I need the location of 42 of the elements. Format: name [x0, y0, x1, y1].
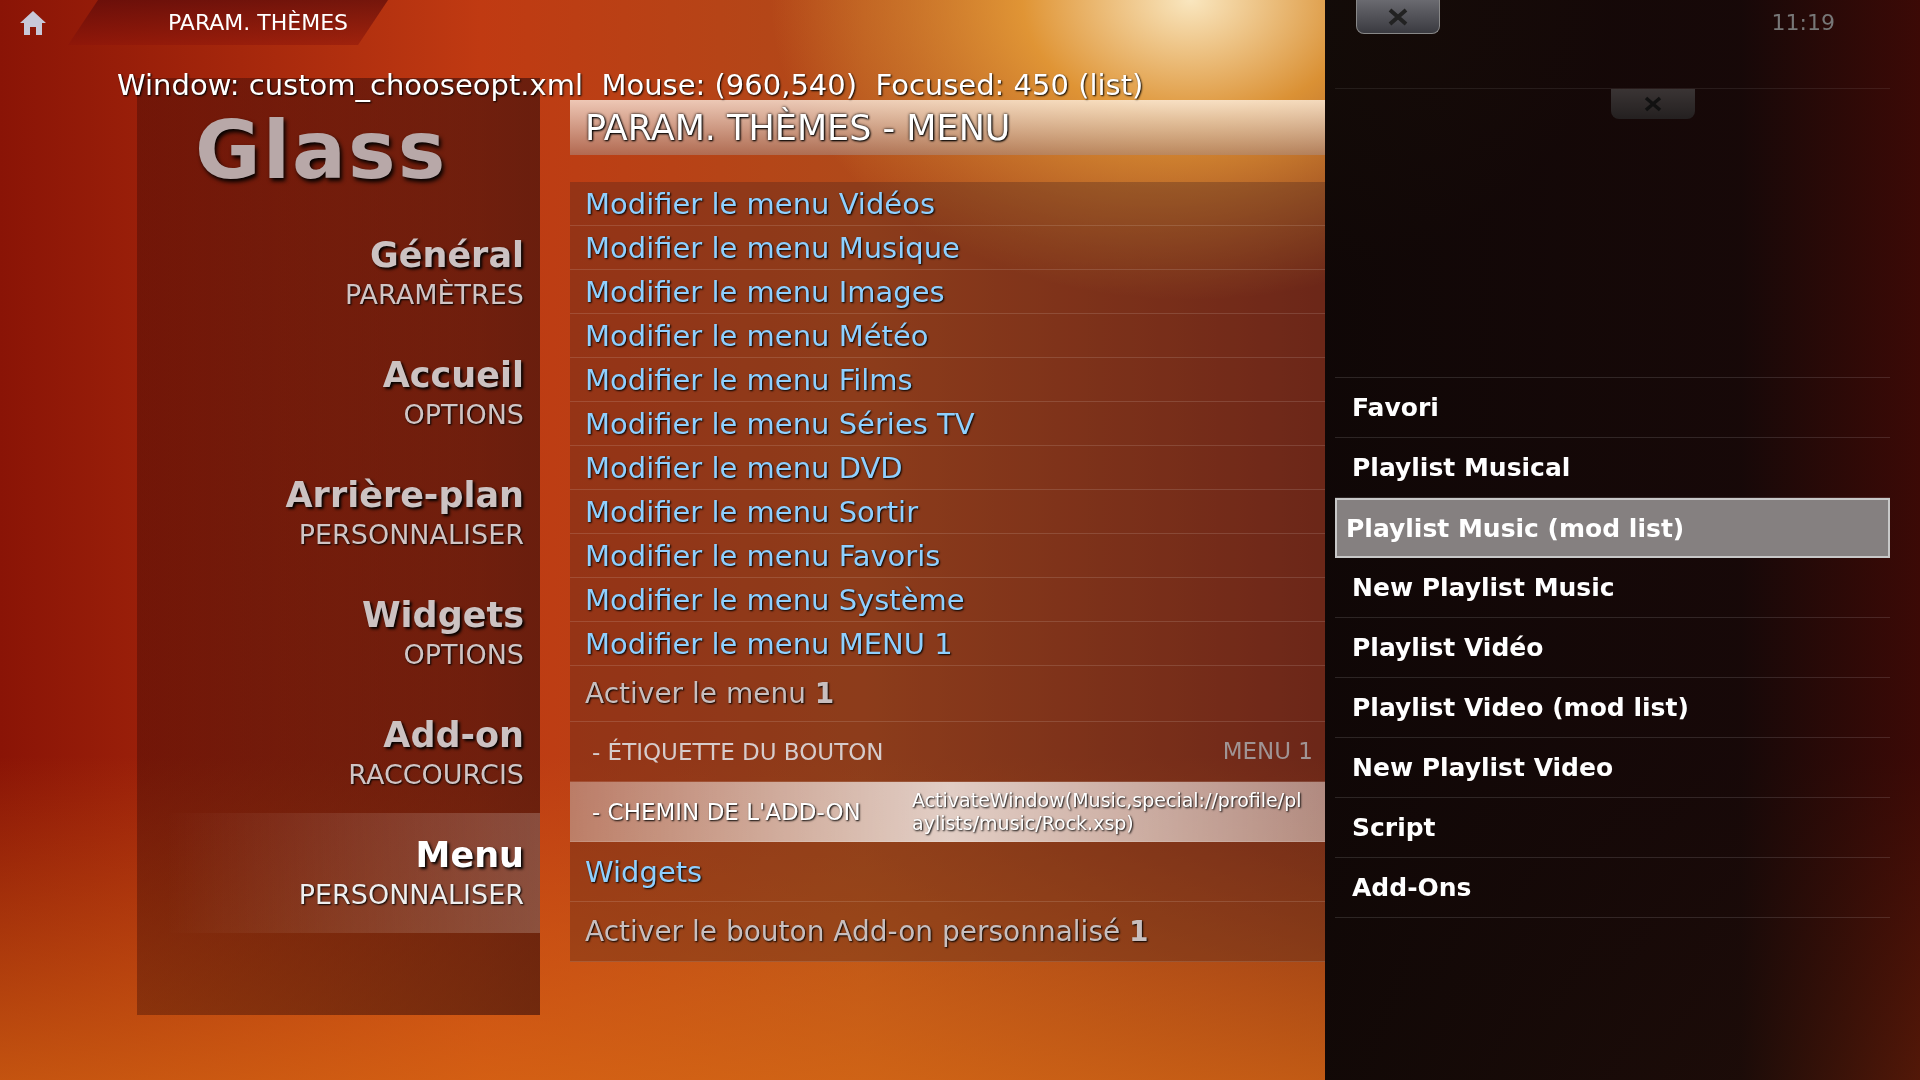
close-button[interactable]: [1356, 0, 1440, 34]
toggle-setting[interactable]: Activer le menu 1: [570, 666, 1325, 722]
select-list-item[interactable]: Playlist Music (mod list): [1335, 498, 1890, 558]
category-item[interactable]: Arrière-plan PERSONNALISER: [137, 453, 540, 573]
menu-setting-link[interactable]: Modifier le menu Système: [570, 578, 1325, 622]
select-list-item[interactable]: Add-Ons: [1335, 858, 1890, 918]
menu-setting-link[interactable]: Modifier le menu Images: [570, 270, 1325, 314]
select-list-item[interactable]: Script: [1335, 798, 1890, 858]
menu-setting-link[interactable]: Modifier le menu Sortir: [570, 490, 1325, 534]
menu-setting-link[interactable]: Modifier le menu DVD: [570, 446, 1325, 490]
menu-setting-link[interactable]: Modifier le menu Séries TV: [570, 402, 1325, 446]
category-item[interactable]: Accueil OPTIONS: [137, 333, 540, 453]
skin-logo: Glass: [195, 106, 448, 196]
close-icon: [1387, 7, 1409, 26]
menu-setting-link[interactable]: Modifier le menu Favoris: [570, 534, 1325, 578]
select-list-item[interactable]: Playlist Video (mod list): [1335, 678, 1890, 738]
menu-setting-link[interactable]: Modifier le menu Météo: [570, 314, 1325, 358]
select-list-item[interactable]: New Playlist Video: [1335, 738, 1890, 798]
section-label: Widgets: [570, 842, 1325, 902]
setting-label: - ÉTIQUETTE DU BOUTON: [592, 738, 885, 765]
setting-value: ActivateWindow(Music,special://profile/playlists/music/Rock.xsp): [912, 788, 1303, 835]
menu-setting-link[interactable]: Modifier le menu Musique: [570, 226, 1325, 270]
select-list-item[interactable]: New Playlist Music: [1335, 558, 1890, 618]
toggle-setting[interactable]: Activer le bouton Add-on personnalisé 1: [570, 902, 1325, 962]
window-title: PARAM. THÈMES: [68, 0, 389, 45]
menu-setting-link[interactable]: Modifier le menu Vidéos: [570, 182, 1325, 226]
close-icon: [1643, 96, 1663, 112]
debug-info: Window: custom_chooseopt.xml Mouse: (960,540) Focused: 450 (list): [117, 68, 1144, 102]
category-item[interactable]: Général PARAMÈTRES: [137, 213, 540, 333]
select-list-item[interactable]: Favori: [1335, 378, 1890, 438]
category-item[interactable]: Widgets OPTIONS: [137, 573, 540, 693]
home-icon[interactable]: [18, 8, 48, 37]
sub-setting[interactable]: - CHEMIN DE L'ADD-ON ActivateWindow(Music,special://profile/playlists/music/Rock.xsp): [570, 782, 1325, 842]
setting-label: - CHEMIN DE L'ADD-ON: [592, 798, 862, 825]
category-item[interactable]: Add-on RACCOURCIS: [137, 693, 540, 813]
sub-setting[interactable]: - ÉTIQUETTE DU BOUTON MENU 1: [570, 722, 1325, 782]
select-list-item[interactable]: Playlist Vidéo: [1335, 618, 1890, 678]
dialog-heading: PARAM. THÈMES - MENU: [570, 100, 1325, 155]
setting-value: MENU 1: [1221, 740, 1314, 763]
clock: 11:19: [1771, 10, 1835, 35]
menu-setting-link[interactable]: Modifier le menu MENU 1: [570, 622, 1325, 666]
menu-setting-link[interactable]: Modifier le menu Films: [570, 358, 1325, 402]
